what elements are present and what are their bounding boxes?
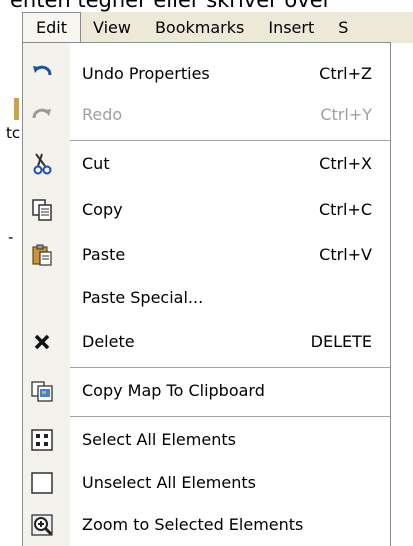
menu-selection[interactable]: S [326,12,360,43]
menu-item-shortcut: DELETE [310,332,372,351]
menu-item-label: Copy [82,200,123,219]
menu-item-label: Delete [82,332,135,351]
menu-separator [70,416,390,417]
menu-bar: Edit View Bookmarks Insert S [22,12,413,43]
menu-item-redo[interactable]: Redo Ctrl+Y [23,97,390,133]
menu-item-cut[interactable]: Cut Ctrl+X [23,146,390,182]
menu-item-delete[interactable]: Delete DELETE [23,324,390,360]
paste-icon [30,243,54,267]
unselect-all-icon [30,471,54,495]
menu-insert[interactable]: Insert [256,12,326,43]
redo-icon [30,103,54,127]
menu-item-unselect-all[interactable]: Unselect All Elements [23,465,390,501]
menu-bookmarks[interactable]: Bookmarks [143,12,256,43]
background-fragment: tc [6,124,21,142]
menu-item-undo[interactable]: Undo Properties Ctrl+Z [23,56,390,92]
scissors-icon [30,152,54,176]
menu-item-label: Redo [82,105,123,124]
menu-item-zoom-selected[interactable]: Zoom to Selected Elements [23,507,390,543]
menu-item-shortcut: Ctrl+X [319,154,372,173]
menu-item-paste[interactable]: Paste Ctrl+V [23,237,390,273]
background-document-text: enten tegner eller skriver over [10,0,332,12]
zoom-selected-icon [30,513,54,537]
delete-icon [30,330,54,354]
menu-item-label: Undo Properties [82,64,210,83]
copy-map-icon [30,379,54,403]
menu-edit[interactable]: Edit [22,12,81,43]
menu-item-label: Cut [82,154,110,173]
menu-item-shortcut: Ctrl+Z [319,64,372,83]
background-toolbar-mark [14,98,19,120]
undo-icon [30,62,54,86]
menu-item-shortcut: Ctrl+C [318,200,372,219]
select-all-icon [30,428,54,452]
menu-view[interactable]: View [81,12,143,43]
menu-item-copy-map[interactable]: Copy Map To Clipboard [23,373,390,409]
menu-item-label: Zoom to Selected Elements [82,515,304,534]
menu-separator [70,140,390,141]
menu-item-shortcut: Ctrl+Y [320,105,372,124]
menu-item-select-all[interactable]: Select All Elements [23,422,390,458]
menu-item-label: Paste [82,245,126,264]
copy-icon [30,198,54,222]
menu-item-paste-special[interactable]: Paste Special... [23,280,390,316]
menu-item-shortcut: Ctrl+V [319,245,372,264]
menu-item-label: Unselect All Elements [82,473,256,492]
menu-item-label: Copy Map To Clipboard [82,381,265,400]
menu-item-label: Select All Elements [82,430,236,449]
menu-item-copy[interactable]: Copy Ctrl+C [23,192,390,228]
menu-separator [70,367,390,368]
menu-item-label: Paste Special... [82,288,204,307]
edit-dropdown-menu: Undo Properties Ctrl+Z Redo Ctrl+Y Cut C… [22,42,391,546]
background-fragment: - [8,228,14,246]
